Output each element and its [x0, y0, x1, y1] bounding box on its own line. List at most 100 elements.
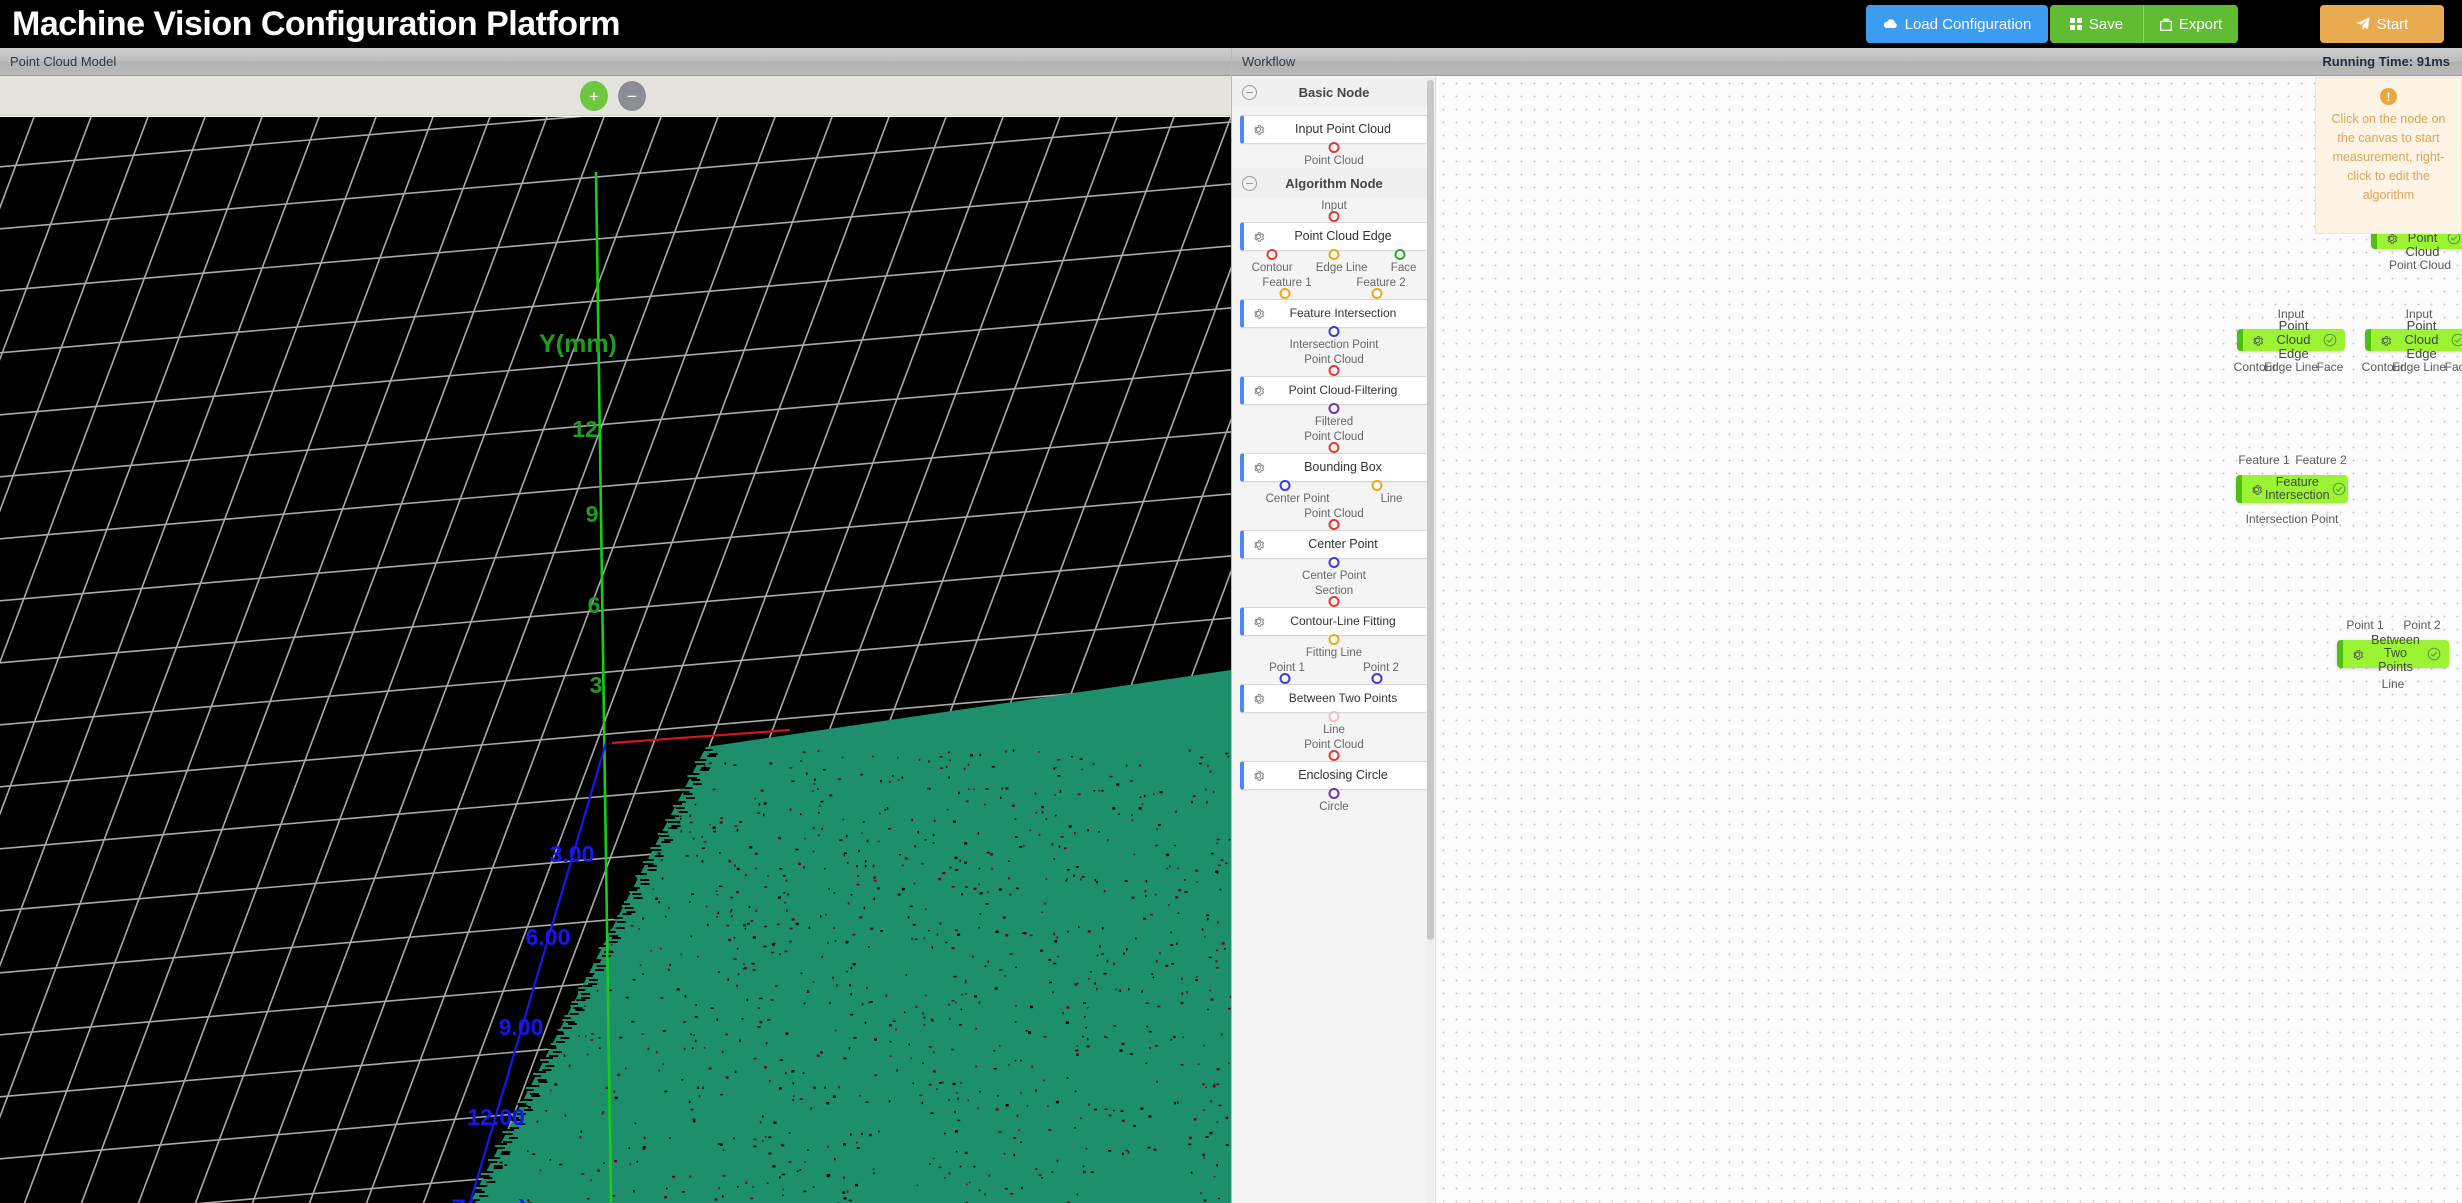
palette-node-box[interactable]: Point Cloud-Filtering	[1240, 376, 1428, 405]
collapse-icon[interactable]	[1242, 85, 1257, 100]
input-port[interactable]	[1329, 442, 1340, 453]
gear-icon[interactable]	[2251, 334, 2264, 347]
gear-icon[interactable]	[1252, 692, 1265, 705]
node-palette[interactable]: Basic Node Input Point Cloud Point Cloud Al…	[1232, 77, 1436, 1203]
input-port[interactable]	[1329, 519, 1340, 530]
check-circle-icon[interactable]	[2427, 647, 2441, 661]
canvas-port-label: Feature 2	[2295, 453, 2346, 467]
canvas-node-label: Feature Intersection	[2263, 476, 2332, 503]
canvas-node[interactable]: Point Cloud Edge	[2237, 329, 2345, 351]
palette-node[interactable]: Point Cloud Bounding Box Center Point Line	[1232, 429, 1436, 506]
port-label: Section	[1315, 585, 1353, 597]
input-port[interactable]	[1280, 673, 1291, 684]
palette-node[interactable]: Point Cloud Enclosing Circle Circle	[1232, 737, 1436, 814]
canvas-node[interactable]: Point Cloud Edge	[2365, 329, 2462, 351]
output-port[interactable]	[1280, 480, 1291, 491]
canvas-port-label: Feature 1	[2238, 453, 2289, 467]
output-port[interactable]	[1394, 249, 1405, 260]
port-label: Intersection Point	[1290, 339, 1379, 351]
output-port[interactable]	[1329, 788, 1340, 799]
output-port[interactable]	[1329, 249, 1340, 260]
point-cloud-viewport[interactable]: Y(mm) 12 9 6 3 3.00 6.00 9.00 12.00 Z(mm…	[0, 117, 1231, 1203]
start-button[interactable]: Start	[2320, 5, 2444, 43]
port-label: Point Cloud	[1304, 354, 1363, 366]
input-port[interactable]	[1372, 673, 1383, 684]
palette-node[interactable]: Feature 1 Feature 2 Feature Intersection In…	[1232, 275, 1436, 352]
save-button[interactable]: Save	[2050, 5, 2144, 43]
gear-icon[interactable]	[1252, 384, 1265, 397]
node-palette-scrollbar-thumb[interactable]	[1427, 80, 1434, 940]
workflow-canvas[interactable]: Input Point CloudPoint CloudPoint Cloud …	[1437, 77, 2462, 1203]
palette-node-box[interactable]: Contour-Line Fitting	[1240, 607, 1428, 636]
input-port[interactable]	[1372, 288, 1383, 299]
check-circle-icon[interactable]	[2451, 333, 2462, 347]
port-label: Feature 1	[1262, 277, 1311, 289]
palette-node[interactable]: Point Cloud Center Point Center Point	[1232, 506, 1436, 583]
palette-node-box[interactable]: Input Point Cloud	[1240, 115, 1428, 144]
port-label: Circle	[1319, 801, 1348, 813]
port-label: Contour	[1252, 262, 1293, 274]
port-label: Point Cloud	[1304, 508, 1363, 520]
gear-icon[interactable]	[1252, 307, 1265, 320]
y-axis-tick: 6	[588, 592, 601, 618]
top-bar: Machine Vision Configuration Platform Lo…	[0, 0, 2462, 48]
save-label: Save	[2089, 16, 2123, 33]
gear-icon[interactable]	[1252, 538, 1265, 551]
palette-node-box[interactable]: Feature Intersection	[1240, 299, 1428, 328]
gear-icon[interactable]	[2351, 648, 2364, 661]
output-port[interactable]	[1329, 557, 1340, 568]
gear-icon[interactable]	[1252, 461, 1265, 474]
collapse-icon[interactable]	[1242, 176, 1257, 191]
load-configuration-button[interactable]: Load Configuration	[1866, 5, 2048, 43]
gear-icon[interactable]	[1252, 230, 1265, 243]
input-port[interactable]	[1280, 288, 1291, 299]
zoom-out-button[interactable]: −	[618, 81, 646, 111]
input-port[interactable]	[1329, 596, 1340, 607]
output-port[interactable]	[1329, 142, 1340, 153]
input-port[interactable]	[1329, 750, 1340, 761]
output-port[interactable]	[1329, 403, 1340, 414]
zoom-in-button[interactable]: +	[580, 81, 608, 111]
output-port[interactable]	[1329, 326, 1340, 337]
z-axis-tick: 6.00	[526, 924, 571, 950]
output-port[interactable]	[1329, 711, 1340, 722]
palette-group-header[interactable]: Algorithm Node	[1232, 168, 1436, 198]
palette-node[interactable]: Section Contour-Line Fitting Fitting Line	[1232, 583, 1436, 660]
palette-node[interactable]: Point Cloud Point Cloud-Filtering Filtered	[1232, 352, 1436, 429]
canvas-node[interactable]: Between Two Points	[2337, 640, 2449, 668]
gear-icon[interactable]	[1252, 769, 1265, 782]
palette-node-label: Point Cloud Edge	[1265, 230, 1427, 243]
gear-icon[interactable]	[2250, 483, 2263, 496]
gear-icon[interactable]	[1252, 615, 1265, 628]
y-axis-tick: 12	[572, 416, 598, 442]
port-label: Point 1	[1269, 662, 1305, 674]
palette-node-box[interactable]: Enclosing Circle	[1240, 761, 1428, 790]
palette-node-box[interactable]: Point Cloud Edge	[1240, 222, 1428, 251]
port-label: Feature 2	[1356, 277, 1405, 289]
palette-node[interactable]: Input Point Cloud Point Cloud	[1232, 107, 1436, 168]
input-port[interactable]	[1329, 211, 1340, 222]
input-port[interactable]	[1329, 365, 1340, 376]
output-port[interactable]	[1372, 480, 1383, 491]
canvas-port-label: Point 1	[2346, 618, 2383, 632]
export-button[interactable]: Export	[2144, 5, 2238, 43]
toolbar-actions: Load Configuration Save Export Start	[1866, 0, 2462, 48]
palette-node[interactable]: Input Point Cloud Edge Contour Edge Line Fac…	[1232, 198, 1436, 275]
check-circle-icon[interactable]	[2323, 333, 2337, 347]
palette-node[interactable]: Point 1 Point 2 Between Two Points Line	[1232, 660, 1436, 737]
palette-node-box[interactable]: Center Point	[1240, 530, 1428, 559]
port-label: Point 2	[1363, 662, 1399, 674]
check-circle-icon[interactable]	[2332, 482, 2346, 496]
gear-icon[interactable]	[1252, 123, 1265, 136]
palette-group-header[interactable]: Basic Node	[1232, 77, 1436, 107]
output-port[interactable]	[1329, 634, 1340, 645]
z-axis-label: Z(mm)	[451, 1195, 527, 1203]
output-port[interactable]	[1266, 249, 1277, 260]
workflow-panel-title: Workflow	[1242, 54, 1295, 69]
cloud-icon	[1883, 18, 1898, 30]
palette-node-box[interactable]: Bounding Box	[1240, 453, 1428, 482]
gear-icon[interactable]	[2379, 334, 2392, 347]
palette-node-box[interactable]: Between Two Points	[1240, 684, 1428, 713]
canvas-port-label: Face	[2445, 360, 2462, 374]
canvas-node[interactable]: Feature Intersection	[2236, 475, 2348, 503]
